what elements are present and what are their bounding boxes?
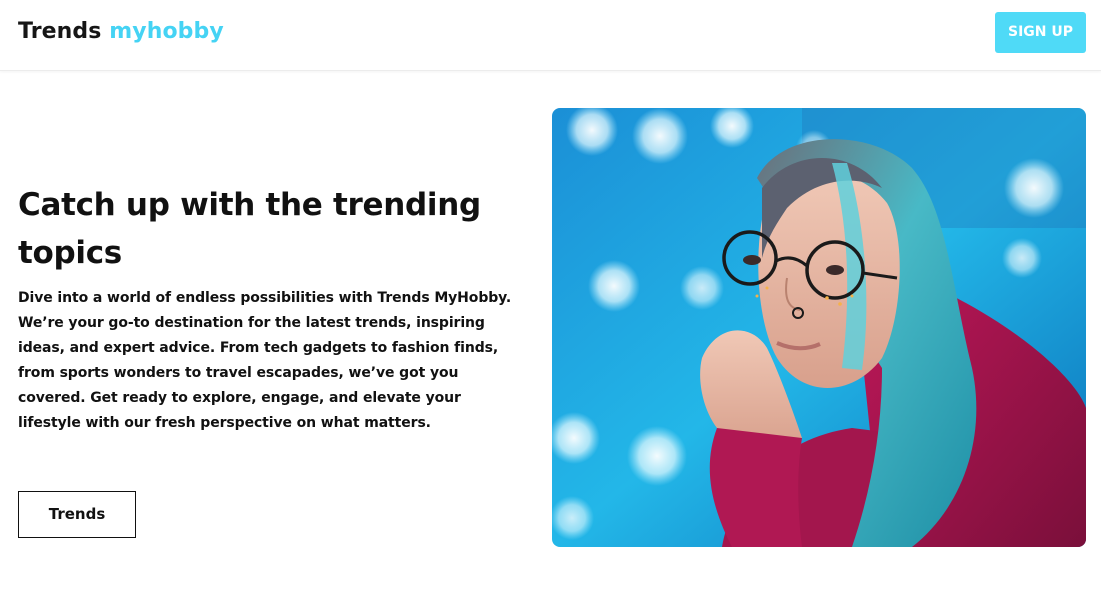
hero-description: Dive into a world of endless possibiliti… [18, 290, 512, 431]
trends-button[interactable]: Trends [18, 491, 136, 538]
hero-title: Catch up with the trending topics [18, 187, 481, 271]
brand-name-accent: myhobby [109, 19, 224, 44]
hero-photo-illustration [552, 108, 1086, 547]
hero-image [552, 108, 1086, 547]
brand-logo[interactable]: Trends myhobby [18, 19, 224, 44]
brand-name-main: Trends [18, 19, 102, 44]
site-header: Trends myhobby SIGN UP [0, 0, 1101, 71]
sign-up-button[interactable]: SIGN UP [995, 12, 1086, 53]
